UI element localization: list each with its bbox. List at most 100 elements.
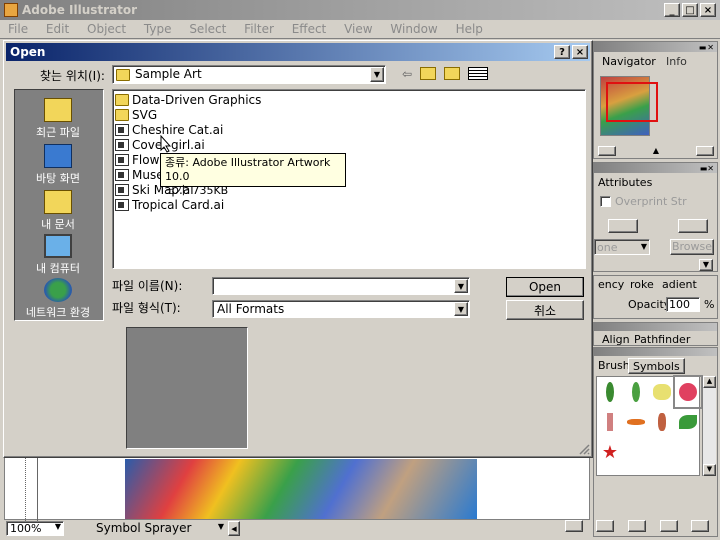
zoom-dropdown-icon[interactable]: ▼	[55, 522, 61, 531]
navigator-view-box[interactable]	[606, 82, 658, 122]
symbol-swatch[interactable]	[597, 377, 623, 407]
look-in-combo[interactable]: Sample Art ▼	[112, 65, 386, 84]
zoom-out-mountain-icon[interactable]	[598, 146, 616, 156]
tool-status[interactable]: Symbol Sprayer ▼	[68, 521, 226, 536]
filename-input[interactable]: ▼	[212, 277, 470, 295]
menu-filter[interactable]: Filter	[244, 20, 274, 38]
tab-pathfinder[interactable]: Pathfinder	[630, 332, 694, 348]
list-item[interactable]: Flowe	[115, 152, 167, 167]
desktop-icon	[44, 144, 72, 168]
mouse-cursor-icon	[160, 135, 172, 153]
up-folder-icon[interactable]	[420, 67, 437, 80]
filetype-combo[interactable]: All Formats ▼	[212, 300, 470, 318]
menu-window[interactable]: Window	[390, 20, 437, 38]
symbol-swatch[interactable]	[675, 407, 701, 437]
break-link-icon[interactable]	[627, 520, 646, 532]
filetype-label: 파일 형식(T):	[112, 301, 181, 315]
menu-view[interactable]: View	[344, 20, 372, 38]
tab-symbols[interactable]: Symbols	[628, 358, 685, 374]
panel-close-icon[interactable]: ✕	[707, 164, 714, 173]
object-button[interactable]	[678, 219, 708, 233]
minimize-button[interactable]: _	[664, 3, 680, 17]
list-item[interactable]: SVG	[115, 107, 157, 122]
image-map-dropdown-icon[interactable]: ▼	[641, 242, 647, 251]
ai-file-icon	[115, 138, 129, 151]
look-in-value: Sample Art	[135, 67, 202, 81]
symbol-swatch[interactable]: ★	[597, 437, 623, 467]
opacity-unit: %	[704, 298, 715, 311]
tab-stroke[interactable]: roke	[626, 277, 658, 293]
place-symbol-icon[interactable]	[564, 520, 583, 532]
panel-close-icon[interactable]: ✕	[707, 43, 714, 52]
ai-file-icon	[115, 153, 129, 166]
places-my-computer[interactable]: 내 컴퓨터	[15, 234, 101, 276]
open-button[interactable]: Open	[506, 277, 584, 297]
menu-type[interactable]: Type	[144, 20, 172, 38]
ai-file-icon	[115, 198, 129, 211]
menu-file[interactable]: File	[8, 20, 28, 38]
image-map-button[interactable]	[608, 219, 638, 233]
zoom-in-mountain-icon[interactable]	[696, 146, 714, 156]
places-desktop[interactable]: 바탕 화면	[15, 144, 101, 186]
navigator-panel: ▬ ✕ Navigator Info ▲	[593, 41, 718, 159]
opacity-field[interactable]: 100	[666, 297, 700, 312]
back-arrow-icon[interactable]: ⇦	[402, 67, 412, 81]
filename-dropdown-icon[interactable]: ▼	[454, 279, 468, 293]
cancel-button[interactable]: 취소	[506, 300, 584, 320]
close-dialog-button[interactable]: ×	[572, 45, 588, 59]
align-panel: Align Pathfinder	[593, 322, 718, 346]
places-bar: 최근 파일 바탕 화면 내 문서 내 컴퓨터 네트워크 환경	[14, 89, 104, 321]
my-documents-icon	[44, 190, 72, 214]
image-map-combo[interactable]: one ▼	[594, 239, 650, 255]
tab-align[interactable]: Align	[598, 332, 634, 348]
menu-object[interactable]: Object	[87, 20, 126, 38]
new-symbol-icon[interactable]	[659, 520, 678, 532]
symbol-swatch[interactable]	[597, 407, 623, 437]
list-item[interactable]: Muse	[115, 167, 164, 182]
list-item[interactable]: Tropical Card.ai	[115, 197, 224, 212]
places-network[interactable]: 네트워크 환경	[15, 278, 101, 320]
menu-effect[interactable]: Effect	[292, 20, 327, 38]
tab-gradient[interactable]: adient	[658, 277, 701, 293]
tool-dropdown-icon[interactable]: ▼	[218, 522, 224, 531]
symbol-swatch[interactable]	[649, 377, 675, 407]
resize-grip-icon[interactable]	[578, 443, 590, 455]
replace-symbol-icon[interactable]	[596, 520, 615, 532]
filetype-value: All Formats	[217, 302, 285, 316]
help-button[interactable]: ?	[554, 45, 570, 59]
zoom-combo[interactable]: 100% ▼	[6, 521, 64, 536]
places-my-documents[interactable]: 내 문서	[15, 190, 101, 232]
url-dropdown-button[interactable]: ▼	[699, 259, 713, 271]
tab-navigator[interactable]: Navigator	[598, 54, 660, 70]
view-menu-icon[interactable]	[468, 67, 489, 80]
document-canvas[interactable]	[4, 456, 590, 521]
attributes-panel: ▬✕ Attributes Overprint Str one ▼ Browse…	[593, 162, 718, 272]
my-computer-icon	[44, 234, 72, 258]
symbols-panel: Brushe Symbols ★ ▲ ▼	[564, 347, 718, 537]
overprint-checkbox[interactable]	[600, 196, 611, 207]
tab-info[interactable]: Info	[662, 54, 691, 70]
delete-symbol-icon[interactable]	[691, 520, 710, 532]
zoom-slider-icon[interactable]: ▲	[653, 146, 659, 156]
menu-select[interactable]: Select	[189, 20, 226, 38]
symbol-swatch[interactable]	[673, 375, 703, 409]
look-in-dropdown-icon[interactable]: ▼	[370, 67, 384, 82]
folder-icon	[115, 93, 129, 106]
browse-button[interactable]: Browse	[670, 239, 714, 255]
tab-attributes[interactable]: Attributes	[594, 175, 656, 191]
menu-help[interactable]: Help	[456, 20, 483, 38]
close-app-button[interactable]: ×	[700, 3, 716, 17]
places-recent[interactable]: 최근 파일	[15, 98, 101, 140]
new-folder-icon[interactable]	[444, 67, 461, 80]
symbols-scrollbar[interactable]: ▲ ▼	[702, 376, 716, 476]
maximize-button[interactable]: □	[682, 3, 698, 17]
menu-edit[interactable]: Edit	[46, 20, 69, 38]
scroll-left-button[interactable]: ◀	[228, 521, 240, 536]
tab-transparency[interactable]: ency	[594, 277, 628, 293]
symbol-swatch[interactable]	[623, 407, 649, 437]
filetype-dropdown-icon[interactable]: ▼	[454, 302, 468, 316]
panel-menu-icon[interactable]: ▬	[699, 43, 707, 52]
symbol-swatch[interactable]	[623, 377, 649, 407]
symbol-swatch[interactable]	[649, 407, 675, 437]
list-item[interactable]: Data-Driven Graphics	[115, 92, 261, 107]
